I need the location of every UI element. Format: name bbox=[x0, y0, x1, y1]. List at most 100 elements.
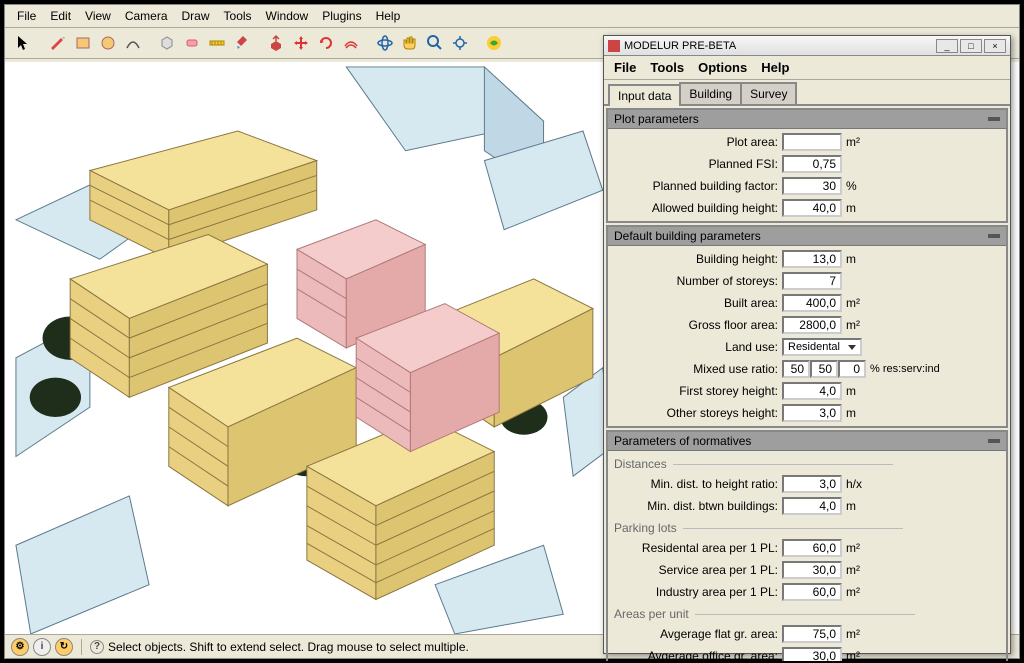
section-building-header[interactable]: Default building parameters bbox=[608, 227, 1006, 246]
unit-dist-btwn: m bbox=[842, 499, 870, 513]
input-gfa[interactable] bbox=[782, 316, 842, 334]
eraser-tool-icon[interactable] bbox=[181, 32, 203, 54]
input-serv-pl[interactable] bbox=[782, 561, 842, 579]
tab-building[interactable]: Building bbox=[679, 82, 742, 104]
pushpull-tool-icon[interactable] bbox=[265, 32, 287, 54]
select-tool-icon[interactable] bbox=[13, 32, 35, 54]
zoom-extents-tool-icon[interactable] bbox=[449, 32, 471, 54]
panel-title: MODELUR PRE-BETA bbox=[624, 40, 736, 52]
panel-menu-help[interactable]: Help bbox=[755, 58, 795, 77]
label-serv-pl: Service area per 1 PL: bbox=[612, 563, 782, 577]
collapse-icon[interactable] bbox=[988, 234, 1000, 238]
section-norms-title: Parameters of normatives bbox=[614, 434, 751, 448]
label-planned-bf: Planned building factor: bbox=[612, 179, 782, 193]
input-mixed-3[interactable] bbox=[838, 360, 866, 378]
collapse-icon[interactable] bbox=[988, 439, 1000, 443]
modelur-panel: MODELUR PRE-BETA _ □ × File Tools Option… bbox=[603, 35, 1011, 654]
label-land-use: Land use: bbox=[612, 340, 782, 354]
section-plot-header[interactable]: Plot parameters bbox=[608, 110, 1006, 129]
minimize-button[interactable]: _ bbox=[936, 39, 958, 53]
section-norms: Parameters of normatives Distances Min. … bbox=[606, 430, 1008, 661]
component-tool-icon[interactable] bbox=[156, 32, 178, 54]
panel-app-icon bbox=[608, 40, 620, 52]
move-tool-icon[interactable] bbox=[290, 32, 312, 54]
label-plot-area: Plot area: bbox=[612, 135, 782, 149]
rectangle-tool-icon[interactable] bbox=[72, 32, 94, 54]
input-mixed-2[interactable] bbox=[810, 360, 838, 378]
menu-help[interactable]: Help bbox=[370, 7, 407, 25]
panel-body: Plot parameters Plot area:m² Planned FSI… bbox=[604, 106, 1010, 661]
menu-file[interactable]: File bbox=[11, 7, 42, 25]
status-icon-3[interactable]: ↻ bbox=[55, 638, 73, 656]
section-plot-title: Plot parameters bbox=[614, 112, 699, 126]
input-other-sh[interactable] bbox=[782, 404, 842, 422]
menu-plugins[interactable]: Plugins bbox=[316, 7, 367, 25]
label-mixed: Mixed use ratio: bbox=[612, 362, 782, 376]
pencil-tool-icon[interactable] bbox=[47, 32, 69, 54]
label-dist-ratio: Min. dist. to height ratio: bbox=[612, 477, 782, 491]
input-bh[interactable] bbox=[782, 250, 842, 268]
main-menubar: File Edit View Camera Draw Tools Window … bbox=[5, 5, 1019, 28]
circle-tool-icon[interactable] bbox=[97, 32, 119, 54]
input-planned-bf[interactable] bbox=[782, 177, 842, 195]
label-res-pl: Residental area per 1 PL: bbox=[612, 541, 782, 555]
section-building: Default building parameters Building hei… bbox=[606, 225, 1008, 428]
input-dist-ratio[interactable] bbox=[782, 475, 842, 493]
input-first-sh[interactable] bbox=[782, 382, 842, 400]
unit-allowed-bh: m bbox=[842, 201, 870, 215]
input-office-area[interactable] bbox=[782, 647, 842, 661]
label-dist-btwn: Min. dist. btwn buildings: bbox=[612, 499, 782, 513]
subsection-parking: Parking lots bbox=[612, 517, 1002, 537]
hint-icon: ? bbox=[90, 640, 104, 654]
label-built-area: Built area: bbox=[612, 296, 782, 310]
menu-edit[interactable]: Edit bbox=[44, 7, 77, 25]
input-dist-btwn[interactable] bbox=[782, 497, 842, 515]
input-ind-pl[interactable] bbox=[782, 583, 842, 601]
input-res-pl[interactable] bbox=[782, 539, 842, 557]
offset-tool-icon[interactable] bbox=[340, 32, 362, 54]
input-mixed-1[interactable] bbox=[782, 360, 810, 378]
tape-tool-icon[interactable] bbox=[206, 32, 228, 54]
menu-view[interactable]: View bbox=[79, 7, 117, 25]
panel-menubar: File Tools Options Help bbox=[604, 56, 1010, 80]
input-flat-area[interactable] bbox=[782, 625, 842, 643]
label-office-area: Avgerage office gr. area: bbox=[612, 649, 782, 661]
input-storeys[interactable] bbox=[782, 272, 842, 290]
unit-other-sh: m bbox=[842, 406, 870, 420]
input-allowed-bh[interactable] bbox=[782, 199, 842, 217]
model-info-icon[interactable] bbox=[483, 32, 505, 54]
arc-tool-icon[interactable] bbox=[122, 32, 144, 54]
status-icon-2[interactable]: i bbox=[33, 638, 51, 656]
paint-tool-icon[interactable] bbox=[231, 32, 253, 54]
panel-menu-options[interactable]: Options bbox=[692, 58, 753, 77]
unit-dist-ratio: h/x bbox=[842, 477, 870, 491]
menu-camera[interactable]: Camera bbox=[119, 7, 174, 25]
collapse-icon[interactable] bbox=[988, 117, 1000, 121]
menu-draw[interactable]: Draw bbox=[176, 7, 216, 25]
unit-office-area: m² bbox=[842, 649, 870, 661]
unit-first-sh: m bbox=[842, 384, 870, 398]
panel-titlebar[interactable]: MODELUR PRE-BETA _ □ × bbox=[604, 36, 1010, 56]
unit-built-area: m² bbox=[842, 296, 870, 310]
tab-input-data[interactable]: Input data bbox=[608, 84, 681, 106]
menu-tools[interactable]: Tools bbox=[218, 7, 258, 25]
status-icon-1[interactable]: ⚙ bbox=[11, 638, 29, 656]
input-built-area[interactable] bbox=[782, 294, 842, 312]
menu-window[interactable]: Window bbox=[260, 7, 315, 25]
rotate-tool-icon[interactable] bbox=[315, 32, 337, 54]
section-norms-header[interactable]: Parameters of normatives bbox=[608, 432, 1006, 451]
input-planned-fsi[interactable] bbox=[782, 155, 842, 173]
subsection-areas: Areas per unit bbox=[612, 603, 1002, 623]
label-ind-pl: Industry area per 1 PL: bbox=[612, 585, 782, 599]
input-plot-area[interactable] bbox=[782, 133, 842, 151]
zoom-tool-icon[interactable] bbox=[424, 32, 446, 54]
pan-tool-icon[interactable] bbox=[399, 32, 421, 54]
orbit-tool-icon[interactable] bbox=[374, 32, 396, 54]
panel-menu-tools[interactable]: Tools bbox=[644, 58, 690, 77]
panel-menu-file[interactable]: File bbox=[608, 58, 642, 77]
close-button[interactable]: × bbox=[984, 39, 1006, 53]
label-bh: Building height: bbox=[612, 252, 782, 266]
select-land-use[interactable]: Residental bbox=[782, 338, 862, 356]
maximize-button[interactable]: □ bbox=[960, 39, 982, 53]
tab-survey[interactable]: Survey bbox=[740, 82, 797, 104]
